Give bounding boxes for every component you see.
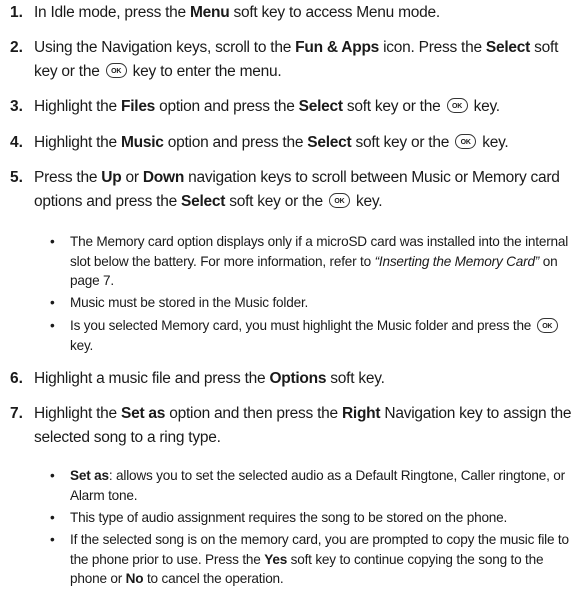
bullet-dot-icon: • xyxy=(50,318,55,333)
step-number: 4. xyxy=(10,134,23,151)
text-run: Highlight the xyxy=(34,98,121,115)
step-text: In Idle mode, press the Menu soft key to… xyxy=(34,1,584,25)
bullet-item: • This type of audio assignment requires … xyxy=(50,508,582,528)
bullet-text: If the selected song is on the memory ca… xyxy=(70,530,582,589)
bullet-text: This type of audio assignment requires t… xyxy=(70,508,582,528)
text-run: soft key or the xyxy=(351,134,454,151)
bullet-dot-icon: • xyxy=(50,295,55,310)
text-run: key. xyxy=(70,337,94,353)
text-run: option and press the xyxy=(155,98,299,115)
bold-term: Up xyxy=(101,169,122,186)
text-run: Press the xyxy=(34,169,102,186)
text-run: key. xyxy=(478,134,509,151)
bold-term: Select xyxy=(181,193,226,210)
bold-term: Music xyxy=(120,134,164,151)
ok-key-icon: OK xyxy=(536,317,558,333)
text-run: Is you selected Memory card, you must hi… xyxy=(70,318,535,333)
bold-term: Select xyxy=(298,98,343,115)
step-text: Highlight the Set as option and then pre… xyxy=(34,402,584,450)
text-run: Highlight the xyxy=(34,405,121,422)
bold-term: Options xyxy=(269,370,327,387)
ok-key-icon: OK xyxy=(455,134,477,150)
step-text: Using the Navigation keys, scroll to the… xyxy=(34,36,584,84)
step-number: 1. xyxy=(10,4,23,21)
text-run: key. xyxy=(469,98,501,115)
step-number: 2. xyxy=(10,39,23,56)
step-text: Highlight the Music option and press the… xyxy=(34,131,584,155)
text-run: icon. Press the xyxy=(379,39,486,56)
step-text: Highlight a music file and press the Opt… xyxy=(34,367,584,391)
step-text: Press the Up or Down navigation keys to … xyxy=(34,166,584,214)
bold-term: Select xyxy=(485,39,531,56)
bold-term: Set as xyxy=(120,405,166,422)
text-run: to cancel the operation. xyxy=(143,571,284,586)
bold-term: Menu xyxy=(189,4,230,21)
text-run: soft key. xyxy=(326,370,385,387)
step-text: Highlight the Files option and press the… xyxy=(34,95,584,119)
bullet-dot-icon: • xyxy=(50,532,55,547)
step-number: 3. xyxy=(10,98,23,115)
bullet-item: • Set as: allows you to set the selected … xyxy=(50,466,582,505)
bullet-text: The Memory card option displays only if … xyxy=(70,232,582,291)
text-run: soft key or the xyxy=(342,98,445,115)
text-run: soft key to access Menu mode. xyxy=(229,4,441,21)
bullet-dot-icon: • xyxy=(50,468,55,483)
text-run: option and then press the xyxy=(165,405,342,422)
bullet-item: • Is you selected Memory card, you must h… xyxy=(50,316,582,355)
text-run: key to enter the menu. xyxy=(128,63,282,80)
text-run: key. xyxy=(351,193,383,210)
bold-term: Yes xyxy=(264,551,288,567)
bold-term: Down xyxy=(142,169,185,186)
ok-key-icon: OK xyxy=(446,98,468,114)
manual-page: 1. In Idle mode, press the Menu soft key … xyxy=(0,0,586,586)
bullet-text: Music must be stored in the Music folder… xyxy=(70,293,582,313)
step-number: 6. xyxy=(10,370,23,387)
ok-key-icon: OK xyxy=(105,63,127,79)
text-run: Music must be stored in the Music folder… xyxy=(70,295,309,310)
bold-term: Right xyxy=(341,405,381,422)
reference-link: “Inserting the Memory Card” xyxy=(374,253,540,269)
text-run: Highlight a music file and press the xyxy=(34,370,270,387)
bullet-dot-icon: • xyxy=(50,234,55,249)
bullet-text: Set as: allows you to set the selected a… xyxy=(70,466,582,505)
step-number: 7. xyxy=(10,405,23,422)
bold-term: Fun & Apps xyxy=(295,39,380,56)
text-run: : allows you to set the selected audio a… xyxy=(70,468,565,503)
bold-term: No xyxy=(125,571,144,586)
text-run: soft key or the xyxy=(225,193,327,210)
bullet-item: • If the selected song is on the memory c… xyxy=(50,530,582,589)
step-number: 5. xyxy=(10,169,23,186)
bullet-dot-icon: • xyxy=(50,510,55,525)
text-run: or xyxy=(121,169,143,186)
bold-term: Files xyxy=(120,98,156,115)
bold-term: Select xyxy=(307,134,352,151)
bullet-text: Is you selected Memory card, you must hi… xyxy=(70,316,582,355)
text-run: Highlight the xyxy=(34,134,121,151)
text-run: Using the Navigation keys, scroll to the xyxy=(34,39,296,56)
bullet-item: • The Memory card option displays only if… xyxy=(50,232,582,291)
text-run: This type of audio assignment requires t… xyxy=(70,510,508,525)
ok-key-icon: OK xyxy=(328,193,350,209)
bold-term: Set as xyxy=(70,468,109,483)
bullet-item: • Music must be stored in the Music folde… xyxy=(50,293,582,313)
text-run: option and press the xyxy=(163,134,308,151)
text-run: In Idle mode, press the xyxy=(34,4,190,21)
